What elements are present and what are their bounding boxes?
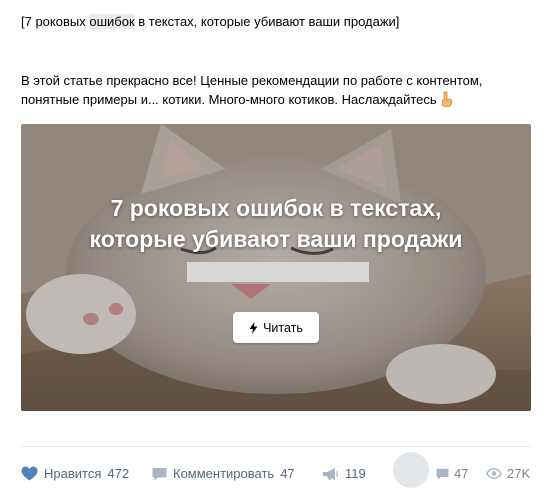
title-suffix: в текстах, которые убивают ваши продажи] xyxy=(134,14,400,29)
title-prefix: [7 роковых xyxy=(21,14,90,29)
share-count: 119 xyxy=(345,466,366,481)
comment-icon xyxy=(152,467,167,480)
like-count: 472 xyxy=(107,466,130,481)
read-button-label: Читать xyxy=(263,320,303,335)
share-button[interactable]: 119 xyxy=(322,466,366,481)
comment-small-icon xyxy=(436,468,449,480)
article-card[interactable]: 7 роковых ошибок в текстах, которые убив… xyxy=(21,124,531,411)
comments-stat: 47 xyxy=(436,466,468,481)
actions-divider xyxy=(21,446,531,447)
post-title: [7 роковых ошибок в текстах, которые уби… xyxy=(21,14,399,29)
title-highlight: ошибок xyxy=(89,14,135,29)
card-redacted-bar xyxy=(187,262,369,282)
eye-icon xyxy=(486,468,502,479)
megaphone-icon xyxy=(323,467,338,480)
post-actions: Нравится 472 Комментировать 47 119 47 27… xyxy=(21,466,532,486)
pointing-down-hand-icon xyxy=(442,91,453,107)
views-stat: 27K xyxy=(486,466,530,481)
lightning-icon xyxy=(249,321,258,334)
post-description-text: В этой статье прекрасно все! Ценные реко… xyxy=(21,73,483,107)
like-button[interactable]: Нравится 472 xyxy=(21,466,129,481)
views-stat-count: 27K xyxy=(507,466,531,481)
post-description: В этой статье прекрасно все! Ценные реко… xyxy=(21,71,531,109)
comment-button[interactable]: Комментировать 47 xyxy=(152,466,295,481)
read-button[interactable]: Читать xyxy=(233,312,319,343)
comment-count: 47 xyxy=(280,466,295,481)
comments-stat-count: 47 xyxy=(454,466,469,481)
like-label: Нравится xyxy=(44,466,102,481)
comment-label: Комментировать xyxy=(173,466,275,481)
heart-icon xyxy=(21,466,38,481)
card-title: 7 роковых ошибок в текстах, которые убив… xyxy=(89,195,463,252)
